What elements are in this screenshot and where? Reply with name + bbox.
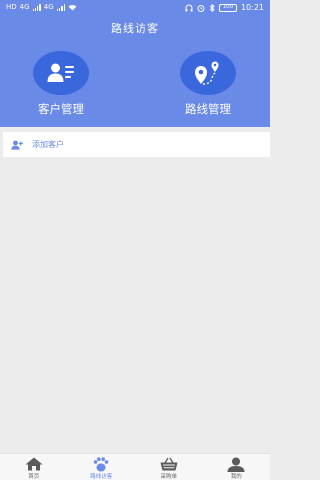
tab-home-label: 首页 [28,474,40,480]
customer-management-button[interactable]: 客户管理 [15,51,107,119]
clock: 10:21 [240,3,264,12]
page-title: 路线访客 [111,22,159,35]
tab-home[interactable]: 首页 [0,454,68,480]
tab-purchase-order-label: 采购单 [160,474,177,480]
add-customer-label: 添加客户 [32,140,64,149]
bluetooth-icon [209,3,215,12]
route-map-icon [195,61,219,85]
route-management-icon-circle [180,51,236,95]
status-bar: HD 4G 4G 100 10:21 [0,0,270,18]
add-user-icon [11,140,23,150]
add-customer-button[interactable]: 添加客户 [3,132,270,157]
signal-label-1: 4G [19,3,30,11]
signal-label-2: 4G [43,3,54,11]
tab-mine[interactable]: 我的 [203,454,271,480]
person-icon [227,456,245,472]
footprint-icon [93,456,109,472]
signal-bars-icon [32,3,41,11]
alarm-icon [197,4,205,12]
header: HD 4G 4G 100 10:21 路线访客 客户管理 路线管理 [0,0,270,127]
tab-route-visit[interactable]: 路线访客 [68,454,136,480]
wifi-icon [68,4,77,10]
customer-management-label: 客户管理 [38,102,84,116]
home-icon [25,456,43,472]
battery-level: 100 [222,3,234,10]
basket-icon [160,456,178,472]
customer-management-icon-circle [33,51,89,95]
route-management-button[interactable]: 路线管理 [162,51,254,119]
bottom-tab-bar: 首页 路线访客 采购单 我的 [0,453,270,480]
battery-icon: 100 [218,3,237,12]
route-management-label: 路线管理 [185,102,231,116]
network-type: HD [6,3,17,11]
signal-bars-icon [56,3,65,11]
customer-list-icon [47,63,74,82]
headphones-icon [185,4,193,11]
tab-mine-label: 我的 [230,474,242,480]
tab-purchase-order[interactable]: 采购单 [135,454,203,480]
tab-route-visit-label: 路线访客 [90,474,113,480]
